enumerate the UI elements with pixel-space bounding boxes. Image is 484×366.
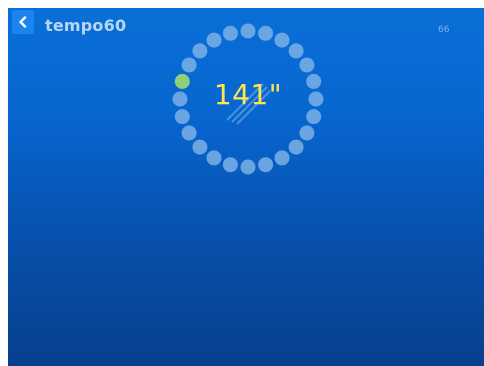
progress-dot [240,159,256,175]
progress-dot [222,25,238,41]
progress-dot [181,57,197,73]
progress-dot [222,157,238,173]
progress-dot [174,109,190,125]
progress-dot [306,109,322,125]
progress-dot [192,43,208,59]
progress-dot [181,125,197,141]
progress-dot [258,157,274,173]
progress-dot [288,139,304,155]
progress-dot [192,139,208,155]
app-screen: tempo60 66 141" [8,8,484,366]
progress-dot [299,57,315,73]
progress-dot [299,125,315,141]
progress-dot [206,150,222,166]
timer-ring [172,23,324,175]
progress-dot [288,43,304,59]
progress-dot [258,25,274,41]
progress-dot [206,32,222,48]
progress-dot [172,91,188,107]
progress-dot [274,150,290,166]
progress-dot-active [174,73,190,89]
progress-dot [274,32,290,48]
progress-dot [306,73,322,89]
timer-value: 141" [213,78,283,111]
progress-dot [240,23,256,39]
progress-dot [308,91,324,107]
